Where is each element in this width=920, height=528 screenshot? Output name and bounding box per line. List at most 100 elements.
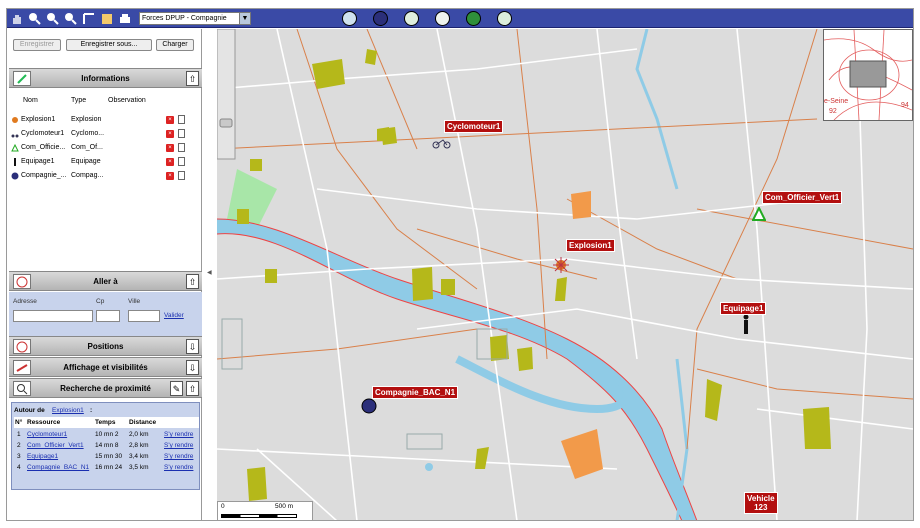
column-header: Observation xyxy=(108,97,146,104)
go-link[interactable]: S'y rendre xyxy=(164,451,193,462)
row-time: 16 mn 24 xyxy=(95,464,123,471)
list-item[interactable]: Com_Officie... Com_Of... × xyxy=(11,141,197,154)
delete-icon[interactable]: × xyxy=(166,130,174,138)
vehicle-label-line2: 123 xyxy=(754,503,768,512)
go-link[interactable]: S'y rendre xyxy=(164,429,193,440)
load-button[interactable]: Charger xyxy=(156,39,194,51)
marker-label-equipage[interactable]: Equipage1 xyxy=(720,302,767,315)
triangle-marker-icon[interactable] xyxy=(751,205,767,221)
row-time: 10 mn 2 xyxy=(95,431,119,438)
list-item[interactable]: Compagnie_... Compag... × xyxy=(11,169,197,182)
marker-label-compagnie[interactable]: Compagnie_BAC_N1 xyxy=(372,386,459,399)
save-as-button[interactable]: Enregistrer sous... xyxy=(66,39,152,51)
person-marker-icon[interactable] xyxy=(742,314,750,334)
unit-marker-icon[interactable] xyxy=(361,398,377,414)
collapse-up-icon[interactable]: ⇧ xyxy=(186,381,199,396)
list-item[interactable]: Explosion1 Explosion × xyxy=(11,113,197,126)
save-button[interactable]: Enregistrer xyxy=(13,39,61,51)
overview-map[interactable]: e-Seine 94 92 xyxy=(823,29,913,121)
select-tool-icon[interactable] xyxy=(81,11,96,26)
autour-colon: : xyxy=(90,407,93,414)
resource-link[interactable]: Compagnie_BAC_N1 xyxy=(27,462,89,473)
unit-symbol-icon[interactable] xyxy=(342,11,357,26)
table-row: 4 Compagnie_BAC_N1 16 mn 24 3,5 km S'y r… xyxy=(14,462,199,473)
collapse-up-icon[interactable]: ⇧ xyxy=(186,71,199,86)
item-type: Equipage xyxy=(71,158,101,165)
row-distance: 2,0 km xyxy=(129,431,149,438)
row-number: 4 xyxy=(17,464,21,471)
scooter-icon[interactable] xyxy=(432,137,452,149)
delete-icon[interactable]: × xyxy=(166,144,174,152)
expand-down-icon[interactable]: ⇩ xyxy=(186,360,199,375)
zoom-extent-icon[interactable] xyxy=(63,11,78,26)
document-icon[interactable] xyxy=(178,129,185,138)
zoom-in-icon[interactable] xyxy=(27,11,42,26)
app-window: Forces DPUP - Compagnie ▼ Enregistrer Enr… xyxy=(6,8,914,521)
marker-label-officier[interactable]: Com_Officier_Vert1 xyxy=(762,191,843,204)
resource-link[interactable]: Com_Officier_Vert1 xyxy=(27,440,84,451)
map-canvas xyxy=(217,29,913,520)
table-row: 2 Com_Officier_Vert1 14 mn 8 2,8 km S'y … xyxy=(14,440,199,451)
cp-input[interactable] xyxy=(96,310,120,322)
column-header: Distance xyxy=(129,419,157,426)
chevron-down-icon[interactable]: ▼ xyxy=(239,13,250,24)
section-recherche[interactable]: Recherche de proximité ✎ ⇧ xyxy=(9,378,202,398)
delete-icon[interactable]: × xyxy=(166,116,174,124)
unit-symbol-icon[interactable] xyxy=(373,11,388,26)
section-affichage[interactable]: Affichage et visibilités ⇩ xyxy=(9,357,202,377)
overview-dept-92: 92 xyxy=(829,108,837,115)
delete-icon[interactable]: × xyxy=(166,158,174,166)
explosion-icon[interactable] xyxy=(553,257,569,273)
scale-length: 500 m xyxy=(275,503,294,510)
expand-down-icon[interactable]: ⇩ xyxy=(186,339,199,354)
document-icon[interactable] xyxy=(178,143,185,152)
item-name: Com_Officie... xyxy=(21,144,66,151)
resource-link[interactable]: Equipage1 xyxy=(27,451,58,462)
unit-symbol-icon[interactable] xyxy=(435,11,450,26)
overview-dept-94: 94 xyxy=(901,102,909,109)
scale-bar: 0 500 m xyxy=(217,501,313,520)
unit-symbol-icon[interactable] xyxy=(466,11,481,26)
marker-label-vehicle[interactable]: Vehicle 123 xyxy=(744,492,778,514)
address-label: Adresse xyxy=(13,298,37,305)
marker-label-cyclo[interactable]: Cyclomoteur1 xyxy=(444,120,504,133)
column-header: Ressource xyxy=(27,419,61,426)
left-panel: Enregistrer Enregistrer sous... Charger … xyxy=(9,29,202,520)
section-aller[interactable]: Aller à ⇧ xyxy=(9,271,202,291)
go-link[interactable]: S'y rendre xyxy=(164,462,193,473)
valider-link[interactable]: Valider xyxy=(164,312,184,319)
layer-select[interactable]: Forces DPUP - Compagnie ▼ xyxy=(139,12,251,25)
explosion-icon xyxy=(11,116,19,124)
section-positions[interactable]: Positions ⇩ xyxy=(9,336,202,356)
eraser-icon[interactable]: ✎ xyxy=(170,381,183,396)
ville-input[interactable] xyxy=(128,310,160,322)
overview-place: e-Seine xyxy=(824,98,849,105)
list-item[interactable]: Cyclomoteur1 Cyclomo... × xyxy=(11,127,197,140)
resource-link[interactable]: Cyclomoteur1 xyxy=(27,429,67,440)
collapse-up-icon[interactable]: ⇧ xyxy=(186,274,199,289)
section-informations[interactable]: Informations ⇧ xyxy=(9,68,202,88)
marker-label-explosion[interactable]: Explosion1 xyxy=(566,239,615,252)
row-time: 15 mn 30 xyxy=(95,453,123,460)
document-icon[interactable] xyxy=(178,115,185,124)
row-distance: 2,8 km xyxy=(129,442,149,449)
section-title: Affichage et visibilités xyxy=(63,363,148,372)
unit-symbol-icon[interactable] xyxy=(404,11,419,26)
pan-hand-icon[interactable] xyxy=(9,11,24,26)
save-map-icon[interactable] xyxy=(99,11,114,26)
table-header: N° Ressource Temps Distance xyxy=(14,417,199,428)
go-link[interactable]: S'y rendre xyxy=(164,440,193,451)
cp-label: Cp xyxy=(96,298,105,305)
delete-icon[interactable]: × xyxy=(166,172,174,180)
print-icon[interactable] xyxy=(117,11,132,26)
map[interactable]: Cyclomoteur1 Com_Officier_Vert1 Explosio… xyxy=(217,29,913,520)
address-input[interactable] xyxy=(13,310,93,322)
unit-symbol-icon[interactable] xyxy=(497,11,512,26)
autour-target-link[interactable]: Explosion1 xyxy=(52,405,84,416)
document-icon[interactable] xyxy=(178,157,185,166)
zoom-out-icon[interactable] xyxy=(45,11,60,26)
scooter-icon xyxy=(11,130,19,138)
list-item[interactable]: Equipage1 Equipage × xyxy=(11,155,197,168)
splitter-handle-icon[interactable]: ◀ xyxy=(207,269,212,276)
document-icon[interactable] xyxy=(178,171,185,180)
